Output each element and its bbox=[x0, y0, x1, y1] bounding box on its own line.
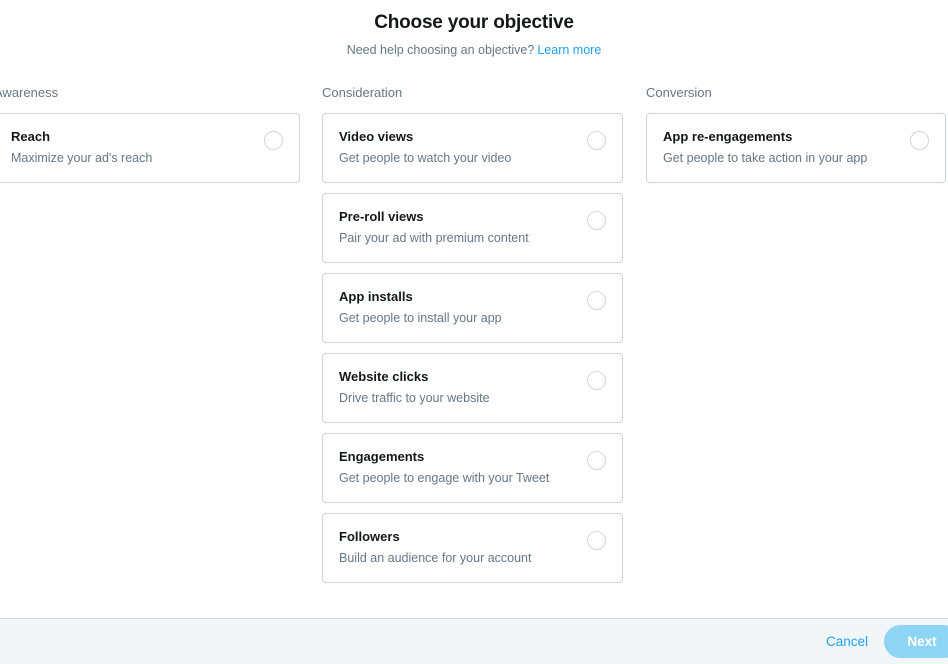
objective-card-pre-roll-views[interactable]: Pre-roll views Pair your ad with premium… bbox=[322, 193, 623, 263]
card-title: Website clicks bbox=[339, 368, 606, 385]
radio-icon[interactable] bbox=[587, 371, 606, 390]
card-title: Reach bbox=[11, 128, 283, 145]
objective-card-video-views[interactable]: Video views Get people to watch your vid… bbox=[322, 113, 623, 183]
page-header: Choose your objective Need help choosing… bbox=[0, 0, 948, 58]
column-label-consideration: Consideration bbox=[322, 84, 623, 101]
objective-card-website-clicks[interactable]: Website clicks Drive traffic to your web… bbox=[322, 353, 623, 423]
cancel-button[interactable]: Cancel bbox=[826, 634, 868, 649]
card-description: Drive traffic to your website bbox=[339, 390, 606, 406]
objective-card-reach[interactable]: Reach Maximize your ad's reach bbox=[0, 113, 300, 183]
radio-icon[interactable] bbox=[587, 451, 606, 470]
objective-card-app-re-engagements[interactable]: App re-engagements Get people to take ac… bbox=[646, 113, 946, 183]
objective-card-engagements[interactable]: Engagements Get people to engage with yo… bbox=[322, 433, 623, 503]
column-label-awareness: Awareness bbox=[0, 84, 300, 101]
card-title: Engagements bbox=[339, 448, 606, 465]
card-description: Maximize your ad's reach bbox=[11, 150, 283, 166]
card-description: Get people to take action in your app bbox=[663, 150, 929, 166]
help-row: Need help choosing an objective?Learn mo… bbox=[0, 42, 948, 58]
page-title: Choose your objective bbox=[0, 10, 948, 36]
objective-card-app-installs[interactable]: App installs Get people to install your … bbox=[322, 273, 623, 343]
card-title: Video views bbox=[339, 128, 606, 145]
footer-bar: Cancel Next bbox=[0, 618, 948, 664]
column-label-conversion: Conversion bbox=[646, 84, 946, 101]
help-text: Need help choosing an objective? bbox=[347, 43, 535, 57]
card-description: Get people to install your app bbox=[339, 310, 606, 326]
column-consideration: Consideration Video views Get people to … bbox=[322, 84, 623, 593]
radio-icon[interactable] bbox=[587, 531, 606, 550]
card-description: Get people to watch your video bbox=[339, 150, 606, 166]
radio-icon[interactable] bbox=[587, 211, 606, 230]
objective-card-followers[interactable]: Followers Build an audience for your acc… bbox=[322, 513, 623, 583]
radio-icon[interactable] bbox=[587, 291, 606, 310]
card-title: App re-engagements bbox=[663, 128, 929, 145]
column-conversion: Conversion App re-engagements Get people… bbox=[646, 84, 946, 193]
card-title: Followers bbox=[339, 528, 606, 545]
card-title: App installs bbox=[339, 288, 606, 305]
card-title: Pre-roll views bbox=[339, 208, 606, 225]
card-description: Pair your ad with premium content bbox=[339, 230, 606, 246]
learn-more-link[interactable]: Learn more bbox=[537, 43, 601, 57]
next-button[interactable]: Next bbox=[884, 625, 948, 658]
radio-icon[interactable] bbox=[587, 131, 606, 150]
column-awareness: Awareness Reach Maximize your ad's reach bbox=[0, 84, 300, 193]
radio-icon[interactable] bbox=[264, 131, 283, 150]
radio-icon[interactable] bbox=[910, 131, 929, 150]
card-description: Get people to engage with your Tweet bbox=[339, 470, 606, 486]
card-description: Build an audience for your account bbox=[339, 550, 606, 566]
